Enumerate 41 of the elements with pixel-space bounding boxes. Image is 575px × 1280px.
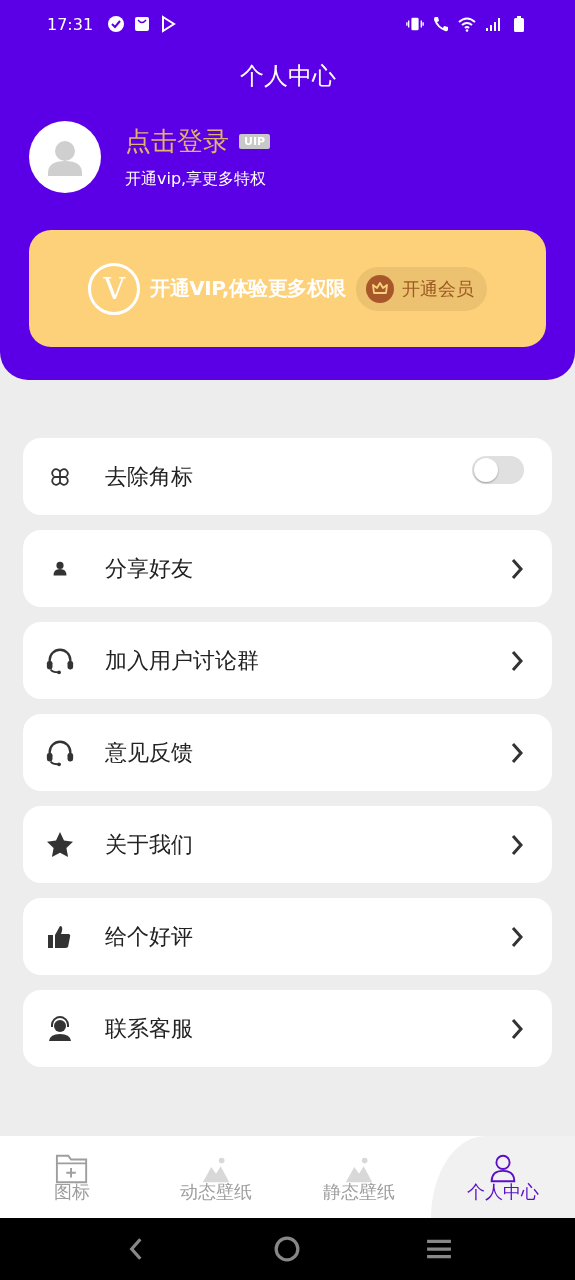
profile-subtitle: 开通vip,享更多特权 [125,169,268,190]
vip-logo: V [88,262,141,315]
nav-tab[interactable]: 个人中心 [431,1136,575,1218]
menu-label: 分享好友 [105,554,194,583]
menu-label: 加入用户讨论群 [105,646,260,675]
vip-text: 开通VIP,体验更多权限 [150,275,346,302]
menu-label: 给个好评 [105,922,194,951]
home-icon[interactable] [274,1236,301,1262]
chevron-right-icon [510,556,524,581]
page-title: 个人中心 [238,61,337,92]
menu-item[interactable]: 意见反馈 [23,714,552,791]
crown-icon [365,274,394,303]
status-time: 17:31 [47,14,94,34]
login-link[interactable]: 点击登录 [125,124,229,159]
headset-icon [45,738,75,767]
play-icon [159,15,178,33]
chevron-right-icon [510,648,524,673]
wifi-icon [458,15,476,33]
menu-label: 去除角标 [105,462,194,491]
headset-icon [45,646,75,675]
menu-item[interactable]: 关于我们 [23,806,552,883]
bag-icon [133,15,152,33]
menu-item[interactable]: 加入用户讨论群 [23,622,552,699]
menu-item[interactable]: 去除角标 [23,438,552,515]
toggle-switch[interactable] [472,455,524,484]
chevron-right-icon [510,1016,524,1041]
menu-item[interactable]: 给个好评 [23,898,552,975]
call-icon [432,15,450,33]
star-icon [45,830,75,859]
check-icon [107,15,126,33]
chevron-right-icon [510,740,524,765]
menu-label: 意见反馈 [105,738,194,767]
vibrate-icon [406,15,424,33]
chevron-right-icon [510,832,524,857]
menu-item[interactable]: 联系客服 [23,990,552,1067]
chevron-right-icon [510,924,524,949]
avatar-icon[interactable] [29,121,101,193]
menu-label: 联系客服 [105,1014,194,1043]
menu-item[interactable]: 分享好友 [23,530,552,607]
signal-icon [484,15,502,33]
menu-label: 关于我们 [105,830,194,859]
